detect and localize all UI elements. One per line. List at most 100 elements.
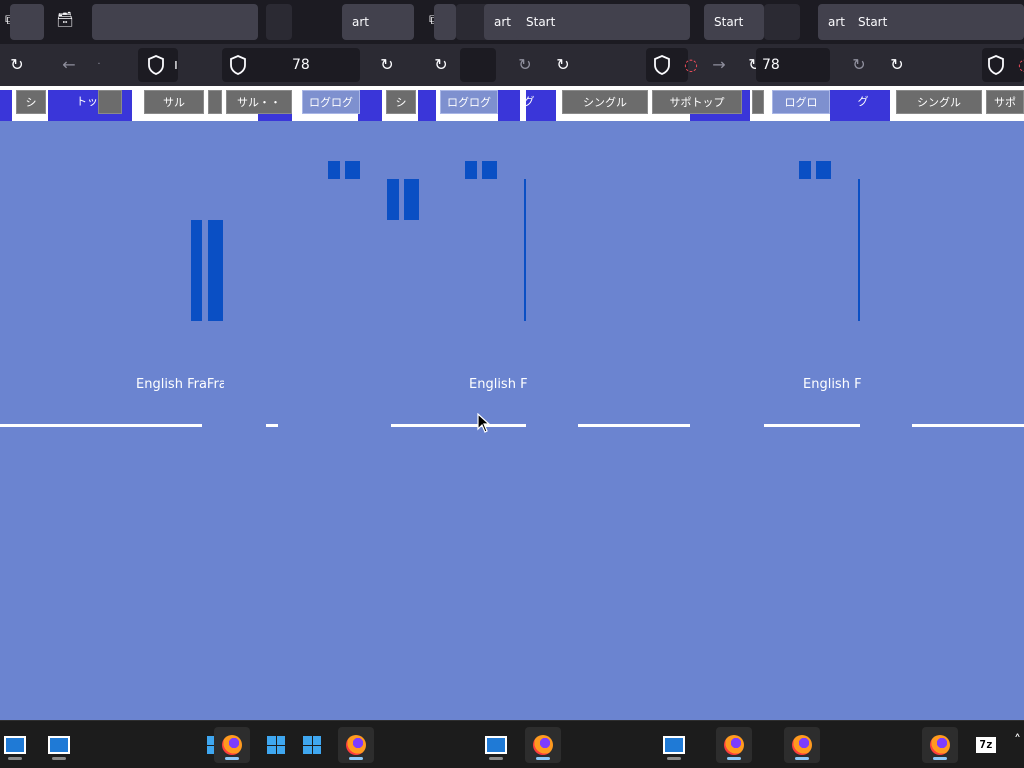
taskbar-explorer-button[interactable] [478, 727, 514, 763]
url-text: ı [174, 57, 178, 73]
browser-tab[interactable]: Start [704, 4, 764, 40]
menu-button[interactable] [208, 90, 222, 114]
menu-band [418, 90, 436, 121]
url-dot: · [97, 59, 101, 70]
menu-button[interactable]: サル・・ [226, 90, 292, 114]
menu-button[interactable] [752, 90, 764, 114]
progress-line [912, 424, 1024, 427]
taskbar-firefox-button[interactable] [214, 727, 250, 763]
firefox-view-icon[interactable]: 🗃 [56, 12, 74, 28]
browser-tab[interactable]: Start [516, 4, 690, 40]
url-bar[interactable] [460, 48, 496, 82]
menu-button[interactable]: シングル [562, 90, 648, 114]
tracking-icon[interactable]: ◌ [680, 54, 702, 76]
taskbar-firefox-button[interactable] [525, 727, 561, 763]
language-caption: English Fr [469, 377, 527, 392]
tab-label: art [828, 15, 845, 29]
menu-button[interactable]: ログログ [302, 90, 360, 114]
reload-icon[interactable]: ↻ [552, 54, 574, 76]
reload-icon[interactable]: ↻ [514, 54, 536, 76]
taskbar-explorer-button[interactable] [656, 727, 692, 763]
progress-line [391, 424, 526, 427]
tab-label: Start [714, 15, 744, 29]
pause-icon-bar [404, 179, 419, 220]
pause-icon-bar [816, 161, 831, 179]
url-text: 78 [292, 57, 310, 73]
firefox-icon [533, 735, 553, 755]
shield-icon[interactable] [986, 54, 1006, 76]
taskbar-firefox-button[interactable] [338, 727, 374, 763]
taskbar-explorer-button[interactable] [41, 727, 77, 763]
menu-button[interactable]: サポ [986, 90, 1024, 114]
menu-band [0, 90, 12, 121]
shield-icon[interactable] [228, 54, 248, 76]
menu-band [498, 90, 520, 121]
browser-tab[interactable] [266, 4, 292, 40]
language-caption: English Fr [803, 377, 861, 392]
reload-icon[interactable]: ↻ [886, 54, 908, 76]
tab-label: Start [858, 15, 888, 29]
firefox-icon [930, 735, 950, 755]
menu-button[interactable]: サポトップ [652, 90, 742, 114]
windows-logo-icon [303, 736, 321, 754]
browser-tab[interactable]: Start [848, 4, 1024, 40]
taskbar-firefox-button[interactable] [922, 727, 958, 763]
mouse-cursor-icon [477, 413, 491, 433]
shield-icon[interactable] [652, 54, 672, 76]
back-icon[interactable]: ← [58, 54, 80, 76]
chevron-up-icon[interactable]: ˄ [1014, 733, 1021, 749]
start-button[interactable] [258, 727, 294, 763]
menu-button[interactable]: グ [520, 90, 538, 114]
firefox-icon [346, 735, 366, 755]
tab-label: Start [526, 15, 556, 29]
divider-bar [858, 179, 860, 321]
taskbar: 7z ˄ [0, 720, 1024, 768]
pause-icon-bar [482, 161, 497, 179]
page-content: English FraFrar English Fr English Fr [0, 121, 1024, 720]
reload-icon[interactable]: ↻ [6, 54, 28, 76]
tab-label: art [352, 15, 369, 29]
taskbar-explorer-button[interactable] [0, 727, 33, 763]
taskbar-7zip-button[interactable]: 7z [968, 727, 1004, 763]
progress-line [266, 424, 278, 427]
menu-button[interactable]: シングル [896, 90, 982, 114]
url-bar[interactable]: 78 [756, 48, 830, 82]
start-button[interactable] [294, 727, 330, 763]
firefox-icon [222, 735, 242, 755]
7zip-icon: 7z [976, 737, 996, 753]
menu-button[interactable]: サル [144, 90, 204, 114]
forward-icon[interactable]: → [708, 54, 730, 76]
pause-icon-bar [799, 161, 811, 179]
taskbar-firefox-button[interactable] [716, 727, 752, 763]
browser-tab[interactable] [10, 4, 44, 40]
file-explorer-icon [4, 736, 26, 754]
taskbar-firefox-button[interactable] [784, 727, 820, 763]
menu-button[interactable]: グ [854, 90, 872, 114]
browser-tab[interactable] [434, 4, 456, 40]
menu-button[interactable] [98, 90, 122, 114]
menu-button[interactable]: ログロ [772, 90, 830, 114]
pause-icon-bar [328, 161, 340, 179]
divider-bar [524, 179, 526, 321]
pause-icon-bar [387, 179, 399, 220]
tab-label: art [494, 15, 511, 29]
menu-button[interactable]: ログログ [440, 90, 498, 114]
browser-tab[interactable] [764, 4, 800, 40]
menu-button[interactable]: シ [16, 90, 46, 114]
reload-icon[interactable]: ↻ [848, 54, 870, 76]
reload-icon[interactable]: ↻ [430, 54, 452, 76]
pause-icon-bar [345, 161, 360, 179]
browser-tab-strip: ⧉ 🗃 art ⧉ art Start Start art Start [0, 0, 1024, 44]
file-explorer-icon [663, 736, 685, 754]
progress-line [0, 424, 202, 427]
firefox-icon [792, 735, 812, 755]
tracking-icon[interactable]: ◌ [1014, 54, 1024, 76]
pause-icon-bar [465, 161, 477, 179]
browser-tab[interactable]: art [342, 4, 414, 40]
browser-tab[interactable] [92, 4, 258, 40]
reload-icon[interactable]: ↻ [376, 54, 398, 76]
shield-icon[interactable] [146, 54, 166, 76]
menu-band [358, 90, 382, 121]
language-caption: English FraFrar [136, 377, 224, 392]
menu-button[interactable]: シ [386, 90, 416, 114]
